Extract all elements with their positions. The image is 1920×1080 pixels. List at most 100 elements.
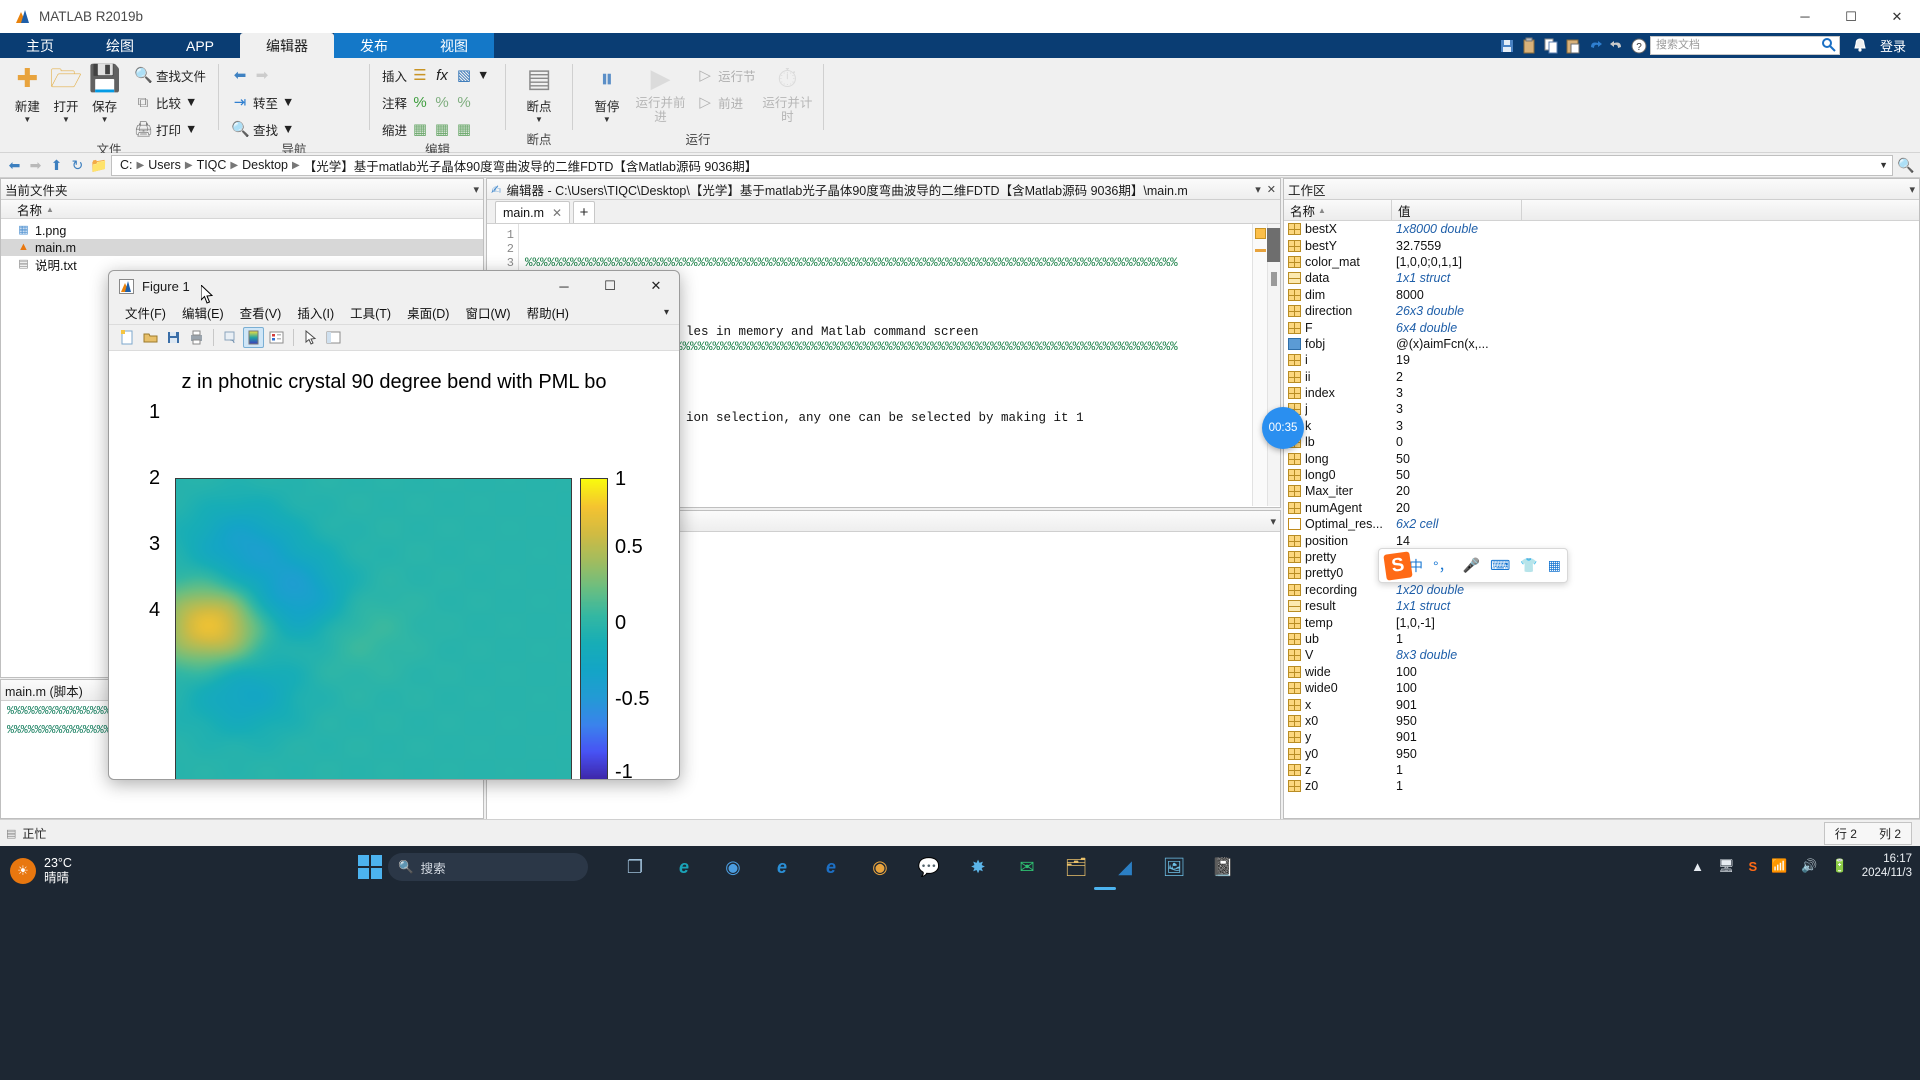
insert-section-icon[interactable]: ☰ xyxy=(411,66,429,84)
menu-file[interactable]: 文件(F) xyxy=(117,302,174,324)
column-header-value[interactable]: 值 xyxy=(1392,200,1522,220)
clipboard-icon[interactable] xyxy=(1519,36,1539,56)
skin-icon[interactable]: 👕 xyxy=(1520,557,1537,574)
panel-options-icon[interactable]: ▾ xyxy=(473,183,479,196)
indent-right-icon[interactable]: ▦ xyxy=(433,120,451,138)
insert-button[interactable]: 插入 ☰ fx ▧ ▼ xyxy=(378,62,493,88)
table-row[interactable]: wide0 100 xyxy=(1284,680,1919,696)
comment-icon[interactable]: % xyxy=(411,94,429,111)
folder-icon[interactable]: 📁 xyxy=(90,157,107,174)
chevron-down-icon[interactable]: ▼ xyxy=(62,115,70,125)
chrome-alt-icon[interactable]: ◉ xyxy=(718,852,748,882)
table-row[interactable]: long0 50 xyxy=(1284,467,1919,483)
chevron-down-icon[interactable]: ▼ xyxy=(535,115,543,125)
breadcrumb-item-4[interactable]: 【光学】基于matlab光子晶体90度弯曲波导的二维FDTD【含Matlab源码… xyxy=(300,156,762,175)
link-plot-icon[interactable] xyxy=(220,327,241,348)
save-button[interactable]: 💾 保存 ▼ xyxy=(85,62,124,125)
smart-indent-icon[interactable]: ▦ xyxy=(411,120,429,138)
bell-icon[interactable] xyxy=(1851,36,1871,56)
redo-icon[interactable] xyxy=(1607,36,1627,56)
table-row[interactable]: long 50 xyxy=(1284,450,1919,466)
comment-button[interactable]: 注释 % % % xyxy=(378,89,493,115)
save-icon[interactable] xyxy=(1497,36,1517,56)
fx-icon[interactable]: fx xyxy=(433,67,451,84)
goto-button[interactable]: ⇥ 转至 ▼ xyxy=(227,89,298,115)
minimize-button[interactable]: ─ xyxy=(1782,0,1828,33)
menu-view[interactable]: 查看(V) xyxy=(232,302,290,324)
chevron-down-icon[interactable]: ▼ xyxy=(282,95,294,109)
print-figure-icon[interactable] xyxy=(186,327,207,348)
colorbar[interactable] xyxy=(580,478,608,779)
explorer-icon[interactable]: 🗂 xyxy=(1061,852,1091,882)
paste-icon[interactable] xyxy=(1563,36,1583,56)
tab-apps[interactable]: APP xyxy=(160,33,240,58)
figure-maximize-button[interactable]: ☐ xyxy=(587,271,633,301)
table-row[interactable]: V 8x3 double xyxy=(1284,647,1919,663)
search-icon[interactable] xyxy=(1820,36,1840,56)
up-icon[interactable]: ⬆ xyxy=(48,157,65,174)
table-row[interactable]: x 901 xyxy=(1284,696,1919,712)
table-row[interactable]: z0 1 xyxy=(1284,778,1919,794)
current-folder-column-header[interactable]: 名称 ▲ xyxy=(1,200,483,219)
apps-icon[interactable]: ▦ xyxy=(1548,557,1561,574)
tab-editor[interactable]: 编辑器 xyxy=(240,33,335,58)
breadcrumb-item-2[interactable]: TIQC xyxy=(193,158,231,172)
colorbar-icon[interactable] xyxy=(243,327,264,348)
print-button[interactable]: 🖨 打印 ▼ xyxy=(130,116,210,142)
chevron-down-icon[interactable]: ▼ xyxy=(477,68,489,82)
search-icon[interactable]: 🔍 xyxy=(1897,157,1914,174)
monitor-icon[interactable]: 🖥 xyxy=(1718,858,1735,874)
pause-button[interactable]: ⏸ 暂停 ▼ xyxy=(581,62,633,125)
chevron-down-icon[interactable]: ▼ xyxy=(282,122,294,136)
panel-options-icon[interactable]: ▾ xyxy=(1255,183,1261,196)
table-row[interactable]: bestX 1x8000 double xyxy=(1284,221,1919,237)
tab-publish[interactable]: 发布 xyxy=(334,33,415,58)
photos-icon[interactable]: 🖼 xyxy=(1159,852,1189,882)
plot-browser-icon[interactable] xyxy=(323,327,344,348)
pointer-icon[interactable] xyxy=(300,327,321,348)
sort-asc-icon[interactable]: ▲ xyxy=(1318,206,1326,215)
chevron-down-icon[interactable]: ▼ xyxy=(23,115,31,125)
navigate-back-forward[interactable]: ⬅ ➡ xyxy=(227,62,298,88)
uncomment-icon[interactable]: % xyxy=(433,94,451,111)
keyboard-icon[interactable]: ⌨ xyxy=(1490,557,1510,574)
weather-widget[interactable]: ☀ 23°C 晴晴 xyxy=(10,856,72,886)
breadcrumb-item-0[interactable]: C: xyxy=(116,158,137,172)
table-row[interactable]: y 901 xyxy=(1284,729,1919,745)
panel-options-icon[interactable]: ▾ xyxy=(1909,183,1915,196)
breadcrumb[interactable]: C: ▶ Users ▶ TIQC ▶ Desktop ▶ 【光学】基于matl… xyxy=(111,154,1893,176)
figure-close-button[interactable]: ✕ xyxy=(633,271,679,301)
sogou-icon[interactable]: S xyxy=(1748,859,1757,874)
battery-icon[interactable]: 🔋 xyxy=(1832,858,1848,874)
figure-title-bar[interactable]: Figure 1 ─ ☐ ✕ xyxy=(109,271,679,301)
table-row[interactable]: lb 0 xyxy=(1284,434,1919,450)
table-row[interactable]: numAgent 20 xyxy=(1284,500,1919,516)
close-icon[interactable]: ✕ xyxy=(1267,183,1276,196)
close-button[interactable]: ✕ xyxy=(1874,0,1920,33)
table-row[interactable]: direction 26x3 double xyxy=(1284,303,1919,319)
chrome-icon[interactable]: ◉ xyxy=(865,852,895,882)
maximize-button[interactable]: ☐ xyxy=(1828,0,1874,33)
save-figure-icon[interactable] xyxy=(163,327,184,348)
breadcrumb-item-3[interactable]: Desktop xyxy=(238,158,292,172)
help-icon[interactable]: ? xyxy=(1629,36,1649,56)
chevron-down-icon[interactable]: ▼ xyxy=(101,115,109,125)
wifi-icon[interactable]: 📶 xyxy=(1771,858,1787,874)
list-item[interactable]: ▲ main.m xyxy=(1,239,483,256)
panel-options-icon[interactable]: ▾ xyxy=(1270,515,1276,528)
legend-icon[interactable] xyxy=(266,327,287,348)
table-row[interactable]: y0 950 xyxy=(1284,746,1919,762)
volume-icon[interactable]: 🔊 xyxy=(1801,858,1817,874)
back-arrow-icon[interactable]: ⬅ xyxy=(231,66,249,84)
workspace-variable-list[interactable]: bestX 1x8000 double bestY 32.7559 color_mat [… xyxy=(1284,221,1919,795)
taskbar-clock[interactable]: 16:17 2024/11/3 xyxy=(1862,852,1912,880)
table-row[interactable]: ub 1 xyxy=(1284,631,1919,647)
undo-icon[interactable] xyxy=(1585,36,1605,56)
table-row[interactable]: data 1x1 struct xyxy=(1284,270,1919,286)
table-row[interactable]: index 3 xyxy=(1284,385,1919,401)
editor-tab-main[interactable]: main.m ✕ xyxy=(495,201,571,223)
new-button[interactable]: ✚ 新建 ▼ xyxy=(8,62,47,125)
table-row[interactable]: Max_iter 20 xyxy=(1284,483,1919,499)
column-header-name[interactable]: 名称 ▲ xyxy=(1284,200,1392,220)
menu-window[interactable]: 窗口(W) xyxy=(457,302,518,324)
